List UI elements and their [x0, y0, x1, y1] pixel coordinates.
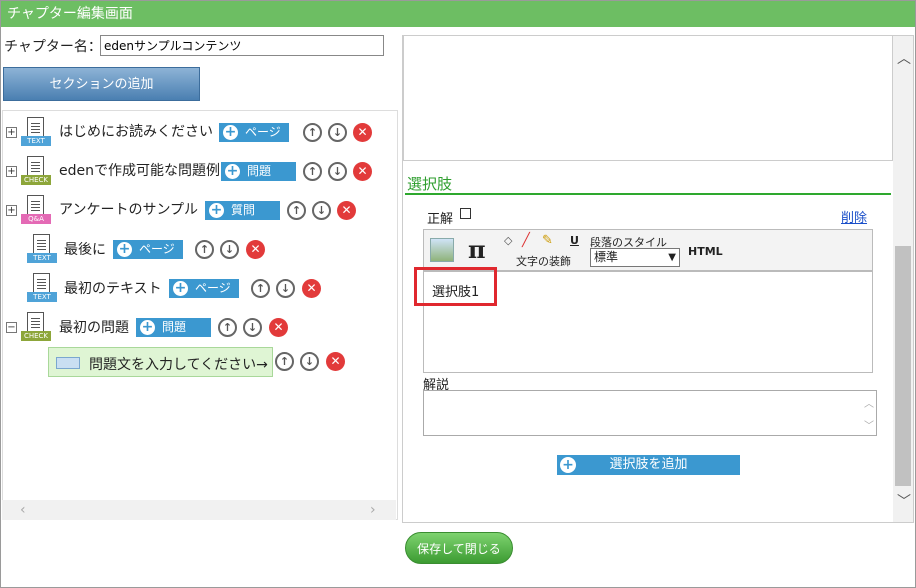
add-question-button[interactable]: + 問題 — [221, 162, 296, 181]
delete-icon[interactable]: ✕ — [353, 162, 372, 181]
underline-icon[interactable]: U — [570, 234, 579, 247]
html-mode-button[interactable]: HTML — [688, 245, 723, 258]
tree-horizontal-scrollbar[interactable]: ‹ › — [2, 500, 396, 520]
plus-icon: + — [225, 163, 240, 179]
add-page-button[interactable]: + ページ — [113, 240, 183, 259]
expand-icon[interactable]: + — [6, 205, 17, 216]
scroll-up-icon[interactable]: ︿ — [897, 48, 911, 68]
delete-icon[interactable]: ✕ — [269, 318, 288, 337]
choice-editor-panel: ︿ ﹀ 選択肢 正解 削除 π ◇ ╱ ✎ U 文字の装飾 段落のスタイル 標準… — [402, 35, 914, 523]
delete-icon[interactable]: ✕ — [337, 201, 356, 220]
scroll-right-icon[interactable]: › — [370, 502, 376, 518]
delete-icon[interactable]: ✕ — [246, 240, 265, 259]
text-doc-icon: TEXT — [27, 273, 57, 303]
down-arrow-icon[interactable]: ↓ — [220, 240, 239, 259]
qa-doc-icon: Q&A — [21, 195, 51, 225]
up-arrow-icon[interactable]: ↑ — [195, 240, 214, 259]
scroll-down-icon[interactable]: ﹀ — [897, 491, 911, 511]
correct-label: 正解 — [427, 212, 454, 227]
delete-icon[interactable]: ✕ — [326, 352, 345, 371]
window-title: チャプター編集画面 — [1, 1, 915, 27]
save-close-button[interactable]: 保存して閉じる — [405, 532, 513, 564]
choices-section-title: 選択肢 — [407, 175, 453, 193]
add-question-button[interactable]: + 問題 — [136, 318, 211, 337]
down-arrow-icon[interactable]: ↓ — [300, 352, 319, 371]
up-arrow-icon[interactable]: ↑ — [303, 162, 322, 181]
add-choice-button[interactable]: + 選択肢を追加 — [557, 455, 740, 475]
text-doc-icon: TEXT — [27, 234, 57, 264]
text-doc-icon: TEXT — [21, 117, 51, 147]
editor-toolbar: π ◇ ╱ ✎ U 文字の装飾 段落のスタイル 標準 ▼ HTML — [423, 229, 873, 271]
delete-icon[interactable]: ✕ — [302, 279, 321, 298]
textarea-scroll-up-icon[interactable]: ︿ — [864, 395, 874, 410]
expand-icon[interactable]: + — [6, 166, 17, 177]
up-arrow-icon[interactable]: ↑ — [218, 318, 237, 337]
tree-node-label[interactable]: 最後に — [64, 239, 106, 259]
eraser-icon[interactable]: ◇ — [504, 234, 512, 247]
delete-icon[interactable]: ✕ — [353, 123, 372, 142]
question-icon — [56, 357, 80, 369]
expand-icon[interactable]: + — [6, 127, 17, 138]
question-preview-box — [403, 36, 893, 161]
tree-node-label[interactable]: 最初のテキスト — [64, 278, 162, 298]
tree-node-label[interactable]: はじめにお読みください — [59, 121, 213, 141]
check-doc-icon: CHECK — [21, 312, 51, 342]
panel-vertical-scrollbar[interactable]: ︿ ﹀ — [893, 36, 913, 522]
brush-icon[interactable]: ╱ — [522, 233, 530, 248]
scrollbar-thumb[interactable] — [895, 246, 911, 486]
up-arrow-icon[interactable]: ↑ — [287, 201, 306, 220]
plus-icon: + — [173, 280, 188, 296]
question-item-label: 問題文を入力してください→ — [89, 357, 268, 373]
down-arrow-icon[interactable]: ↓ — [276, 279, 295, 298]
textarea-scroll-down-icon[interactable]: ﹀ — [864, 417, 874, 432]
chevron-down-icon: ▼ — [668, 252, 676, 263]
plus-icon: + — [140, 319, 155, 335]
plus-icon: + — [223, 124, 238, 140]
down-arrow-icon[interactable]: ↓ — [312, 201, 331, 220]
highlight-box — [414, 267, 497, 306]
up-arrow-icon[interactable]: ↑ — [303, 123, 322, 142]
plus-icon: + — [117, 241, 132, 257]
down-arrow-icon[interactable]: ↓ — [243, 318, 262, 337]
explanation-textarea[interactable]: ︿ ﹀ — [423, 390, 877, 436]
marker-icon[interactable]: ✎ — [542, 233, 553, 248]
add-page-button[interactable]: + ページ — [169, 279, 239, 298]
section-divider — [405, 193, 891, 195]
up-arrow-icon[interactable]: ↑ — [251, 279, 270, 298]
check-doc-icon: CHECK — [21, 156, 51, 186]
chapter-name-label: チャプター名： — [4, 39, 102, 55]
delete-choice-link[interactable]: 削除 — [841, 207, 867, 226]
plus-icon: + — [209, 202, 224, 218]
section-tree: + TEXT はじめにお読みください + ページ ↑ ↓ ✕ + CHECK ed… — [2, 110, 398, 520]
add-query-button[interactable]: + 質問 — [205, 201, 280, 220]
paragraph-style-select[interactable]: 標準 ▼ — [590, 248, 680, 267]
correct-checkbox[interactable] — [460, 208, 471, 219]
tree-node-label[interactable]: アンケートのサンプル — [59, 199, 198, 219]
decoration-label: 文字の装飾 — [516, 255, 571, 268]
insert-formula-icon[interactable]: π — [468, 235, 486, 264]
tree-node-label[interactable]: 最初の問題 — [59, 317, 129, 337]
plus-icon: + — [560, 457, 576, 473]
collapse-icon[interactable]: − — [6, 322, 17, 333]
down-arrow-icon[interactable]: ↓ — [328, 123, 347, 142]
add-section-button[interactable]: セクションの追加 — [3, 67, 200, 101]
add-page-button[interactable]: + ページ — [219, 123, 289, 142]
tree-node-label[interactable]: edenで作成可能な問題例 — [59, 160, 220, 180]
up-arrow-icon[interactable]: ↑ — [275, 352, 294, 371]
question-item[interactable]: 問題文を入力してください→ — [48, 347, 273, 377]
chapter-name-input[interactable] — [100, 35, 384, 56]
scroll-left-icon[interactable]: ‹ — [20, 502, 26, 518]
insert-image-icon[interactable] — [430, 238, 454, 262]
down-arrow-icon[interactable]: ↓ — [328, 162, 347, 181]
